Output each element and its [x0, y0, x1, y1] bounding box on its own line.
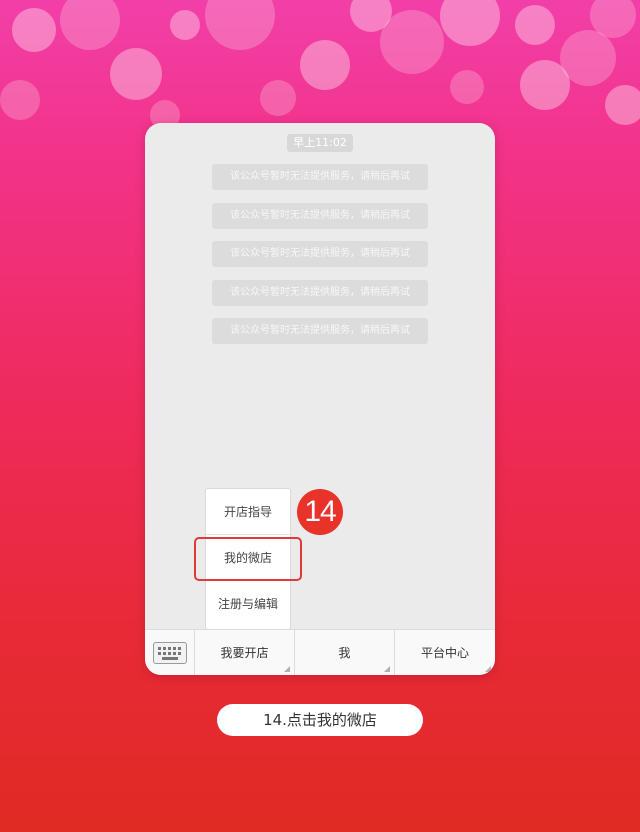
tab-platform-center[interactable]: 平台中心 — [395, 630, 495, 675]
step-caption: 14.点击我的微店 — [217, 704, 423, 736]
chat-message: 该公众号暂时无法提供服务，请稍后再试 — [212, 280, 428, 306]
chat-timestamp: 早上11:02 — [287, 134, 353, 152]
chat-message: 该公众号暂时无法提供服务，请稍后再试 — [212, 203, 428, 229]
submenu-indicator-icon — [284, 666, 290, 672]
keyboard-icon — [153, 642, 187, 664]
highlight-box — [194, 537, 302, 581]
tab-label: 平台中心 — [420, 646, 469, 660]
step-number-badge: 14 — [297, 489, 343, 535]
tab-label: 我 — [338, 646, 351, 660]
tab-label: 我要开店 — [220, 646, 269, 660]
submenu-indicator-icon — [384, 666, 390, 672]
menu-item-register-edit[interactable]: 注册与编辑 — [206, 581, 290, 627]
tab-me[interactable]: 我 — [295, 630, 395, 675]
chat-message: 该公众号暂时无法提供服务，请稍后再试 — [212, 318, 428, 344]
tab-open-shop[interactable]: 我要开店 — [195, 630, 295, 675]
submenu-indicator-icon — [485, 666, 491, 672]
chat-message: 该公众号暂时无法提供服务，请稍后再试 — [212, 164, 428, 190]
keyboard-toggle-button[interactable] — [145, 630, 195, 675]
menu-item-guide[interactable]: 开店指导 — [206, 489, 290, 535]
chat-message: 该公众号暂时无法提供服务，请稍后再试 — [212, 241, 428, 267]
bottom-menu-bar: 我要开店 我 平台中心 — [145, 629, 495, 675]
phone-screen: 早上11:02 该公众号暂时无法提供服务，请稍后再试 该公众号暂时无法提供服务，… — [145, 123, 495, 675]
